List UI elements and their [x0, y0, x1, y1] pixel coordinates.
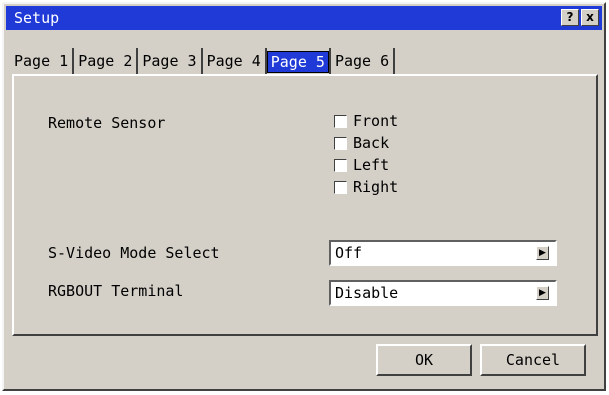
tab-label: Page 3 — [142, 52, 197, 70]
tab-page-1[interactable]: Page 1 — [10, 48, 75, 74]
select-value: Off — [335, 244, 363, 262]
tab-label: Page 4 — [206, 52, 261, 70]
tab-label: Page 5 — [266, 51, 329, 73]
select-value: Disable — [335, 284, 399, 302]
checkbox-back[interactable]: Back — [334, 132, 389, 154]
checkbox-front[interactable]: Front — [334, 110, 398, 132]
checkbox-left[interactable]: Left — [334, 154, 389, 176]
tab-page-4[interactable]: Page 4 — [202, 48, 267, 74]
tab-page-3[interactable]: Page 3 — [138, 48, 203, 74]
chevron-right-icon[interactable]: ▶ — [536, 246, 549, 260]
checkbox-label: Right — [353, 178, 399, 196]
window-title: Setup — [14, 9, 60, 27]
help-icon[interactable]: ? — [561, 9, 579, 26]
rgbout-label: RGBOUT Terminal — [48, 282, 184, 300]
setup-window: Setup ? x Page 1 Page 2 Page 3 Page 4 Pa… — [2, 2, 606, 391]
checkbox-label: Left — [353, 156, 390, 174]
tab-page-5[interactable]: Page 5 — [266, 48, 331, 74]
tab-page-6[interactable]: Page 6 — [330, 48, 396, 74]
title-buttons: ? x — [561, 9, 599, 26]
rgbout-select[interactable]: Disable ▶ — [329, 280, 557, 306]
checkbox-box[interactable] — [334, 136, 347, 150]
ok-button[interactable]: OK — [376, 344, 472, 376]
checkbox-label: Front — [353, 112, 399, 130]
tab-label: Page 1 — [14, 52, 69, 70]
title-bar[interactable]: Setup ? x — [6, 6, 602, 30]
checkbox-box[interactable] — [334, 158, 347, 172]
tab-page-2[interactable]: Page 2 — [74, 48, 139, 74]
checkbox-box[interactable] — [334, 180, 347, 194]
tab-label: Page 2 — [78, 52, 133, 70]
tab-strip: Page 1 Page 2 Page 3 Page 4 Page 5 Page … — [10, 48, 396, 74]
checkbox-box[interactable] — [334, 114, 347, 128]
svideo-label: S-Video Mode Select — [48, 244, 220, 262]
checkbox-right[interactable]: Right — [334, 176, 398, 198]
svideo-select[interactable]: Off ▶ — [329, 240, 557, 266]
cancel-button[interactable]: Cancel — [480, 344, 586, 376]
checkbox-label: Back — [353, 134, 390, 152]
chevron-right-icon[interactable]: ▶ — [536, 286, 549, 300]
tab-panel: Remote Sensor Front Back Left Right S-Vi… — [12, 74, 598, 336]
remote-sensor-label: Remote Sensor — [48, 114, 166, 132]
close-icon[interactable]: x — [581, 9, 599, 26]
tab-label: Page 6 — [334, 52, 390, 70]
